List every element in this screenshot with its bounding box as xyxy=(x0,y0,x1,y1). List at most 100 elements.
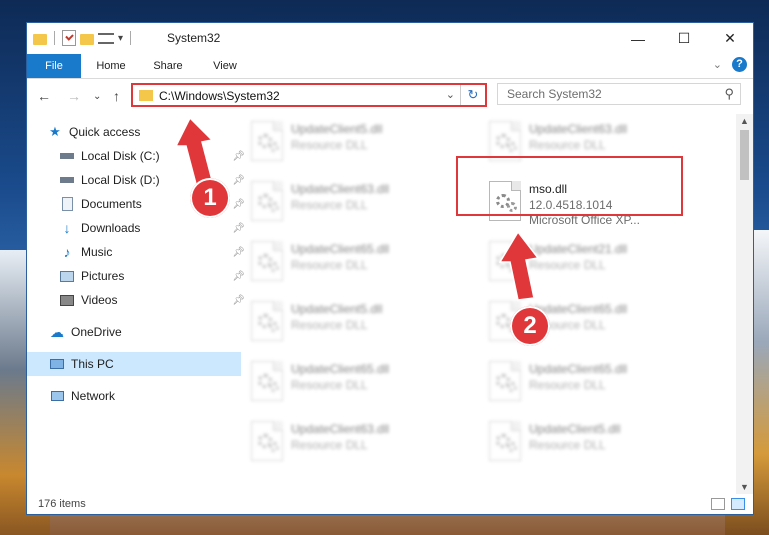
file-name: UpdateClient65.dll xyxy=(291,362,390,376)
dll-file-icon xyxy=(489,121,521,161)
scroll-up-arrow-icon[interactable]: ▲ xyxy=(736,116,753,126)
dll-file-icon xyxy=(489,241,521,281)
toolbar-divider xyxy=(130,31,132,45)
cloud-icon: ☁ xyxy=(50,323,64,340)
step-2-badge: 2 xyxy=(510,306,550,346)
maximize-button[interactable]: ☐ xyxy=(661,23,707,54)
file-name: UpdateClient63.dll xyxy=(291,182,390,196)
dll-file-icon xyxy=(251,421,283,461)
ribbon-right-controls: ⌄ ? xyxy=(713,57,747,72)
dll-file-icon xyxy=(251,121,283,161)
view-toggle-buttons xyxy=(711,498,745,510)
dll-file-icon xyxy=(489,421,521,461)
forward-arrow-icon[interactable]: → xyxy=(67,88,81,104)
sidebar-item-this-pc[interactable]: This PC xyxy=(27,352,241,376)
sidebar-item-label: Quick access xyxy=(69,125,141,139)
file-item[interactable]: UpdateClient21.dll Resource DLL xyxy=(485,235,695,287)
step-1-badge: 1 xyxy=(190,178,230,218)
dll-file-icon xyxy=(251,361,283,401)
pictures-icon xyxy=(59,269,75,283)
tab-share[interactable]: Share xyxy=(142,54,194,78)
file-type: Resource DLL xyxy=(291,438,368,452)
file-item[interactable]: UpdateClient5.dll Resource DLL xyxy=(247,295,457,347)
dll-file-icon xyxy=(489,361,521,401)
sidebar-item-onedrive[interactable]: ☁ OneDrive xyxy=(27,320,241,344)
tiles-view-icon[interactable] xyxy=(731,498,745,510)
search-box[interactable]: ⚲ xyxy=(497,83,741,105)
file-type: Resource DLL xyxy=(529,138,606,152)
sidebar-item-label: Music xyxy=(81,245,113,259)
file-name: UpdateClient65.dll xyxy=(529,362,628,376)
file-item[interactable]: UpdateClient63.dll Resource DLL xyxy=(247,175,457,227)
view-layout-icon[interactable] xyxy=(98,32,114,44)
file-item[interactable]: UpdateClient63.dll Resource DLL xyxy=(247,415,457,467)
quick-access-toolbar: ▾ xyxy=(33,30,134,46)
file-item[interactable]: UpdateClient65.dll Resource DLL xyxy=(247,235,457,287)
file-item[interactable]: UpdateClient65.dll Resource DLL xyxy=(485,355,695,407)
navigation-bar: ← → ⌄ ↑ C:\Windows\System32 ⌄ ↻ ⚲ xyxy=(27,79,753,113)
sidebar-item-label: Documents xyxy=(81,197,142,211)
file-item[interactable]: UpdateClient5.dll Resource DLL xyxy=(485,415,695,467)
expand-ribbon-chevron-icon[interactable]: ⌄ xyxy=(713,58,722,71)
address-history-chevron-icon[interactable]: ⌄ xyxy=(446,88,455,101)
sidebar-item-label: Videos xyxy=(81,293,118,307)
refresh-icon[interactable]: ↻ xyxy=(460,85,485,105)
sidebar-item-label: OneDrive xyxy=(71,325,122,339)
drive-icon xyxy=(59,173,75,187)
computer-icon xyxy=(49,357,65,371)
help-icon[interactable]: ? xyxy=(732,57,747,72)
folder-icon xyxy=(139,90,153,101)
window-title: System32 xyxy=(167,31,221,45)
address-path[interactable]: C:\Windows\System32 xyxy=(159,89,280,103)
search-icon[interactable]: ⚲ xyxy=(724,86,734,102)
scroll-down-arrow-icon[interactable]: ▼ xyxy=(736,482,753,492)
sidebar-item-local-disk-c[interactable]: Local Disk (C:) 📌︎ xyxy=(27,144,251,168)
recent-locations-chevron-icon[interactable]: ⌄ xyxy=(93,91,101,102)
new-folder-icon[interactable] xyxy=(80,33,94,45)
star-icon: ★ xyxy=(49,124,61,139)
file-type: Resource DLL xyxy=(291,198,368,212)
dll-file-icon xyxy=(251,181,283,221)
file-type: Resource DLL xyxy=(529,258,606,272)
sidebar-item-music[interactable]: ♪ Music 📌︎ xyxy=(27,240,251,264)
network-icon xyxy=(49,389,65,403)
address-bar[interactable]: C:\Windows\System32 ⌄ ↻ xyxy=(131,83,487,107)
file-name: UpdateClient21.dll xyxy=(529,242,628,256)
dll-file-icon xyxy=(251,301,283,341)
folder-icon xyxy=(33,33,47,45)
sidebar-item-quick-access[interactable]: ★ Quick access xyxy=(27,120,239,144)
file-type: Resource DLL xyxy=(291,378,368,392)
highlight-box-mso-dll xyxy=(456,156,683,216)
sidebar-item-label: This PC xyxy=(71,357,114,371)
sidebar-item-label: Downloads xyxy=(81,221,141,235)
sidebar-item-videos[interactable]: Videos 📌︎ xyxy=(27,288,251,312)
tab-home[interactable]: Home xyxy=(85,54,137,78)
scrollbar-thumb[interactable] xyxy=(740,130,749,180)
minimize-button[interactable]: — xyxy=(615,23,661,54)
search-input[interactable] xyxy=(498,84,717,104)
file-item[interactable]: UpdateClient5.dll Resource DLL xyxy=(247,115,457,167)
sidebar-item-label: Pictures xyxy=(81,269,125,283)
close-button[interactable]: ✕ xyxy=(707,23,753,54)
navigation-pane: ★ Quick access Local Disk (C:) 📌︎ Local … xyxy=(27,116,245,486)
tab-view[interactable]: View xyxy=(199,54,251,78)
sidebar-item-label: Local Disk (C:) xyxy=(81,149,160,163)
tab-file[interactable]: File xyxy=(27,54,81,78)
dll-file-icon xyxy=(251,241,283,281)
vertical-scrollbar[interactable]: ▲ ▼ xyxy=(736,114,753,494)
back-arrow-icon[interactable]: ← xyxy=(37,88,51,104)
properties-icon[interactable] xyxy=(62,30,76,46)
file-type: Resource DLL xyxy=(291,138,368,152)
documents-icon xyxy=(59,197,75,211)
toolbar-divider xyxy=(54,31,55,45)
customize-toolbar-dropdown-icon[interactable]: ▾ xyxy=(118,33,123,44)
up-arrow-icon[interactable]: ↑ xyxy=(113,88,120,104)
file-type: Resource DLL xyxy=(529,378,606,392)
sidebar-item-pictures[interactable]: Pictures 📌︎ xyxy=(27,264,251,288)
sidebar-item-network[interactable]: Network xyxy=(27,384,241,408)
window-controls: — ☐ ✕ xyxy=(615,23,753,54)
item-count: 176 items xyxy=(38,498,86,510)
file-item[interactable]: UpdateClient65.dll Resource DLL xyxy=(247,355,457,407)
details-view-icon[interactable] xyxy=(711,498,725,510)
sidebar-item-downloads[interactable]: ↓ Downloads 📌︎ xyxy=(27,216,251,240)
